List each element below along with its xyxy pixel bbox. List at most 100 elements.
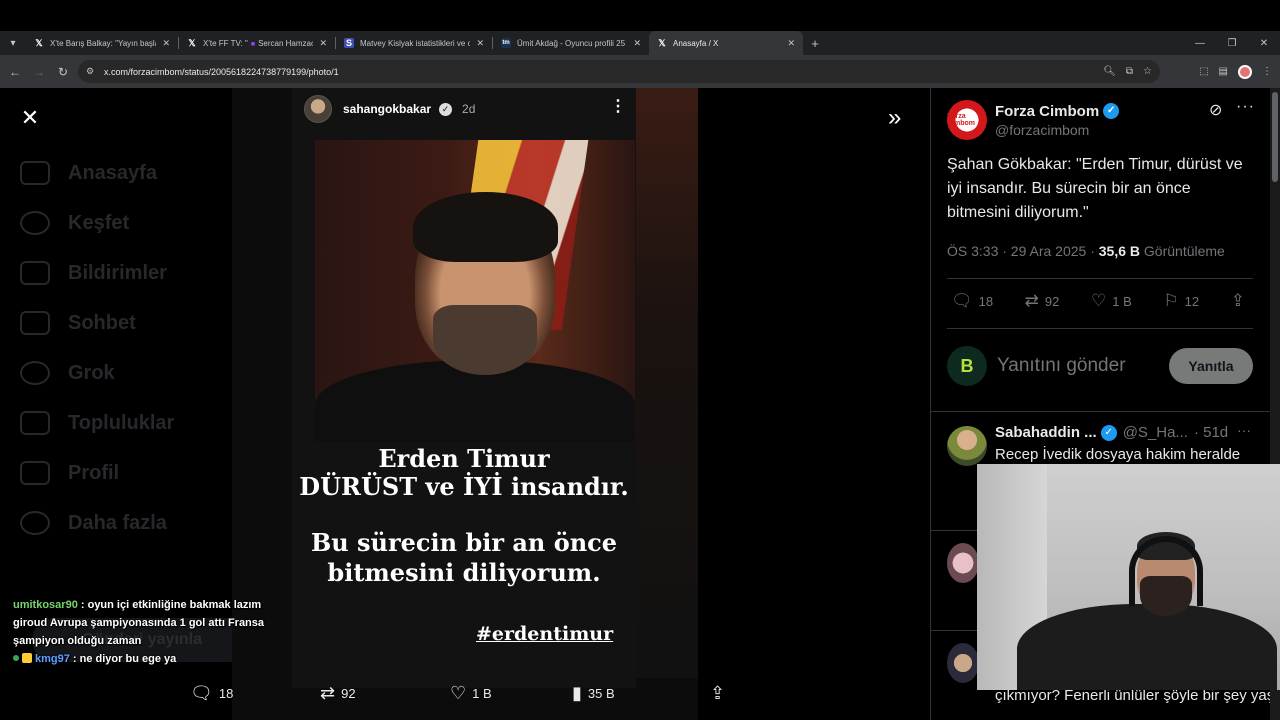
side-panel-icon[interactable]: ▤ (1219, 66, 1228, 77)
portrait-photo (315, 140, 635, 442)
reply-button[interactable]: 🗨︎ 18 (951, 291, 993, 311)
sidebar-item-grok: Grok (20, 348, 240, 398)
browser-tab-active[interactable]: 𝕏 Anasayfa / X ✕ (649, 31, 803, 55)
chat-username: umitkosar90 (13, 599, 78, 611)
repost-button[interactable]: ⇄ 92 (320, 683, 450, 704)
install-app-icon[interactable]: ⧉ (1126, 66, 1133, 77)
mail-icon (20, 311, 50, 335)
bell-icon (20, 261, 50, 285)
new-tab-button[interactable]: + (803, 36, 827, 51)
caption-line: DÜRÜST ve İYİ insandır. (299, 472, 629, 501)
reply-composer: B Yanıtını gönder Yanıtla (947, 344, 1253, 388)
url-text: x.com/forzacimbom/status/200561822473877… (104, 66, 339, 77)
reload-icon[interactable]: ↻ (51, 65, 75, 79)
repost-icon: ⇄ (320, 682, 336, 703)
grok-icon[interactable]: ⊘ (1209, 100, 1222, 120)
caption-line: Bu sürecin bir an önce bitmesini diliyor… (310, 528, 618, 587)
screen-top-strip (0, 0, 1280, 30)
author-handle[interactable]: @forzacimbom (995, 122, 1119, 138)
close-icon[interactable]: ✕ (787, 38, 795, 49)
like-button[interactable]: ♡ 1 B (1091, 291, 1132, 311)
more-icon[interactable]: ··· (1237, 422, 1251, 438)
avatar[interactable] (947, 543, 979, 583)
like-button[interactable]: ♡ 1 B (450, 683, 572, 704)
divider (947, 328, 1253, 329)
tweet-stats: 🗨︎ 18 ⇄ 92 ♡ 1 B ⚐ 12 ⇪ (951, 291, 1251, 311)
verified-badge-icon: ✓ (1100, 424, 1117, 441)
grok-icon (20, 361, 50, 385)
share-button[interactable]: ⇪ (1231, 291, 1251, 311)
avatar[interactable]: Forza Cimbom (947, 100, 987, 140)
avatar: B (947, 346, 987, 386)
divider (931, 411, 1271, 412)
transfermarkt-icon: tm (501, 38, 511, 48)
tweet-meta: ÖS 3:33 · 29 Ara 2025 · 35,6 B Görüntüle… (947, 243, 1225, 259)
reply-input[interactable]: Yanıtını gönder (997, 355, 1169, 377)
profile-avatar[interactable] (1238, 64, 1252, 79)
reply-text: Recep İvedik dosyaya hakim heralde (995, 446, 1241, 463)
views-button[interactable]: ▮ 35 B (572, 683, 710, 704)
sidebar-item-notifications: Bildirimler (20, 248, 240, 298)
bookmark-button[interactable]: ⚐ 12 (1163, 291, 1199, 311)
browser-tab[interactable]: S Matvey Kislyak istatistikleri ve o ✕ (336, 31, 492, 55)
home-icon (20, 161, 50, 185)
sidebar-item-home: Anasayfa (20, 148, 240, 198)
minimize-icon[interactable]: — (1184, 38, 1216, 49)
heart-icon: ♡ (1091, 291, 1107, 310)
site-info-icon[interactable]: ⚙ (86, 66, 98, 77)
reply-button[interactable]: 🗨︎ 18 (190, 683, 320, 704)
webcam-overlay (977, 464, 1280, 690)
x-logo-icon: 𝕏 (658, 37, 666, 48)
x-logo-icon: 𝕏 (35, 37, 43, 48)
sidebar-item-communities: Topluluklar (20, 398, 240, 448)
repost-button[interactable]: ⇄ 92 (1025, 291, 1060, 311)
reply-submit-button[interactable]: Yanıtla (1169, 348, 1253, 384)
browser-menu-icon[interactable]: ⋮ (1262, 66, 1272, 77)
close-icon[interactable]: ✕ (476, 38, 484, 49)
forward-icon[interactable]: → (27, 65, 51, 79)
avatar[interactable] (947, 426, 987, 466)
browser-tab-strip: ▾ 𝕏 X'te Barış Balkay: "Yayın başladı. ✕… (0, 31, 1280, 55)
x-photo-view: Anasayfa Keşfet Bildirimler Sohbet Grok … (0, 88, 1280, 720)
address-bar[interactable]: ⚙ x.com/forzacimbom/status/2005618224738… (78, 60, 1160, 83)
author-name[interactable]: Forza Cimbom ✓ (995, 103, 1120, 120)
hashtag: #erdentimur (476, 623, 614, 645)
tab-title: Anasayfa / X (673, 38, 719, 48)
next-media-preview (636, 88, 698, 678)
browser-tab[interactable]: 𝕏 X'te FF TV: "■Sercan Hamzaoğ ✕ (179, 31, 335, 55)
tab-title: Ümit Akdağ - Oyuncu profili 25 (517, 38, 626, 48)
avatar[interactable] (947, 643, 979, 683)
story-username: sahangokbakar (343, 102, 432, 116)
more-icon[interactable]: ··· (1236, 98, 1255, 116)
bookmark-star-icon[interactable]: ☆ (1143, 66, 1152, 77)
close-icon[interactable]: ✕ (18, 106, 42, 130)
maximize-icon[interactable]: ❐ (1216, 38, 1248, 49)
close-icon[interactable]: ✕ (633, 38, 641, 49)
browser-tab[interactable]: tm Ümit Akdağ - Oyuncu profili 25 ✕ (493, 31, 649, 55)
badge-icon (22, 653, 32, 663)
share-button[interactable]: ⇪ (710, 683, 731, 704)
scrollbar-thumb[interactable] (1272, 92, 1278, 182)
close-window-icon[interactable]: ✕ (1248, 38, 1280, 49)
close-icon[interactable]: ✕ (319, 38, 327, 49)
extensions-icon[interactable]: ⬚ (1199, 66, 1208, 77)
heart-icon: ♡ (450, 682, 467, 703)
story-header: sahangokbakar ✓ 2d (304, 94, 475, 124)
close-icon[interactable]: ✕ (162, 38, 170, 49)
zoom-icon[interactable]: 🔍︎ (1103, 66, 1116, 77)
tab-search-button[interactable]: ▾ (0, 31, 26, 55)
reply-author-name[interactable]: Sabahaddin ... (995, 424, 1097, 441)
media-action-bar: 🗨︎ 18 ⇄ 92 ♡ 1 B ▮ 35 B ⇪ (190, 680, 750, 706)
beard-shape (433, 305, 537, 375)
bookmark-icon: ⚐ (1163, 291, 1179, 310)
browser-toolbar: ← → ↻ ⚙ x.com/forzacimbom/status/2005618… (0, 55, 1280, 88)
person-body (1017, 604, 1277, 690)
browser-tab[interactable]: 𝕏 X'te Barış Balkay: "Yayın başladı. ✕ (26, 31, 178, 55)
divider (947, 278, 1253, 279)
share-icon: ⇪ (710, 682, 726, 703)
caption-line: Erden Timur (378, 444, 550, 473)
back-icon[interactable]: ← (3, 65, 27, 79)
chat-text: : ne diyor bu ege ya (72, 653, 177, 665)
expand-panel-icon[interactable]: » (888, 104, 901, 132)
hair-shape (413, 192, 558, 262)
